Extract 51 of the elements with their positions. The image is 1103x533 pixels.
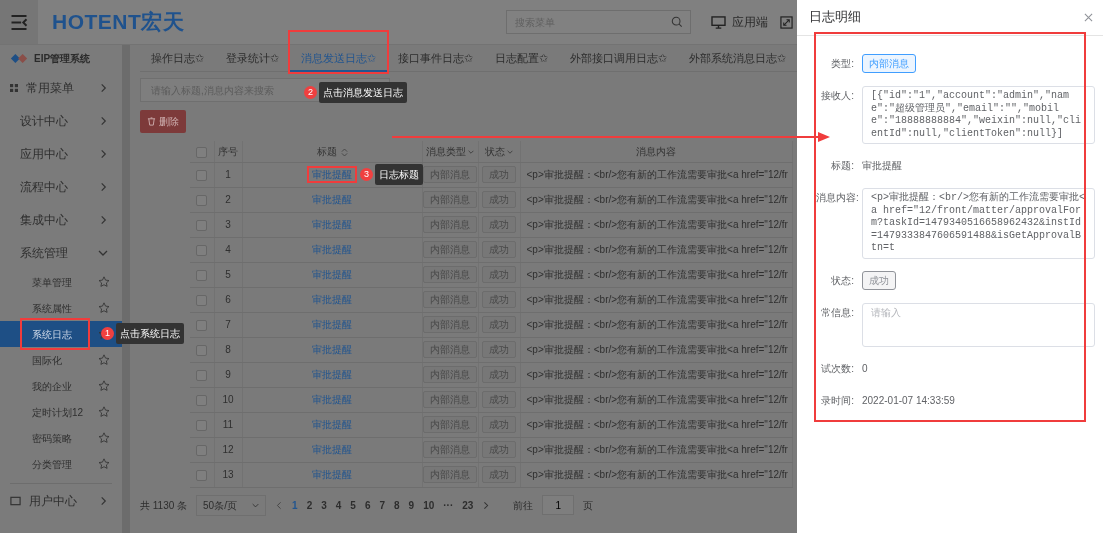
sidebar-title: EIP管理系统 bbox=[34, 51, 91, 66]
column-header: 状态 bbox=[478, 141, 520, 162]
table-cell: <p>审批提醒：<br/>您有新的工作流需要审批<a href="12/fr bbox=[520, 337, 792, 362]
table-cell: 4 bbox=[214, 237, 242, 262]
table-cell: 3 bbox=[214, 212, 242, 237]
goto-label: 前往 bbox=[513, 498, 534, 513]
table-cell: <p>审批提醒：<br/>您有新的工作流需要审批<a href="12/fr bbox=[520, 437, 792, 462]
field-label: 标题: bbox=[830, 159, 854, 173]
field-value: 审批提醒 bbox=[862, 159, 902, 173]
field-label: 常信息: bbox=[820, 305, 854, 320]
field-label: 状态: bbox=[830, 273, 854, 288]
table-cell: <p>审批提醒：<br/>您有新的工作流需要审批<a href="12/fr bbox=[520, 312, 792, 337]
column-header: 消息内容 bbox=[520, 141, 792, 162]
page-unit: 页 bbox=[583, 498, 594, 513]
total-count: 共 1130 条 bbox=[140, 498, 188, 513]
table-cell: 9 bbox=[214, 362, 242, 387]
column-header: 标题 bbox=[242, 141, 422, 162]
table-cell: 13 bbox=[214, 462, 242, 487]
table-cell: 1 bbox=[214, 162, 242, 187]
table-cell: <p>审批提醒：<br/>您有新的工作流需要审批<a href="12/fr bbox=[520, 287, 792, 312]
drawer-title: 日志明细 bbox=[809, 9, 861, 27]
field-label: 类型: bbox=[830, 57, 854, 71]
tag: 成功 bbox=[862, 270, 896, 290]
logo: HOTENT宏天 bbox=[52, 9, 185, 36]
table-cell: 10 bbox=[214, 387, 242, 412]
table-cell: <p>审批提醒：<br/>您有新的工作流需要审批<a href="12/fr bbox=[520, 362, 792, 387]
table-cell: 6 bbox=[214, 287, 242, 312]
table-cell: 5 bbox=[214, 262, 242, 287]
field-label: 试次数: bbox=[820, 361, 854, 376]
column-header: 序号 bbox=[214, 141, 242, 162]
table-cell: <p>审批提醒：<br/>您有新的工作流需要审批<a href="12/fr bbox=[520, 187, 792, 212]
table-cell: <p>审批提醒：<br/>您有新的工作流需要审批<a href="12/fr bbox=[520, 462, 792, 487]
table-cell: 2 bbox=[214, 187, 242, 212]
table-cell: 7 bbox=[214, 312, 242, 337]
tag: 内部消息 bbox=[862, 54, 916, 73]
table-cell: <p>审批提醒：<br/>您有新的工作流需要审批<a href="12/fr bbox=[520, 412, 792, 437]
callout-tooltip: 点击系统日志 bbox=[116, 323, 184, 344]
callout-tooltip: 日志标题 bbox=[375, 163, 423, 185]
table-cell: <p>审批提醒：<br/>您有新的工作流需要审批<a href="12/fr bbox=[520, 162, 792, 187]
callout-tooltip: 点击消息发送日志 bbox=[319, 82, 407, 103]
field-value: 2022-01-07 14:33:59 bbox=[862, 393, 955, 408]
table-cell: <p>审批提醒：<br/>您有新的工作流需要审批<a href="12/fr bbox=[520, 237, 792, 262]
table-cell: 8 bbox=[214, 337, 242, 362]
table-cell: <p>审批提醒：<br/>您有新的工作流需要审批<a href="12/fr bbox=[520, 262, 792, 287]
table-cell: <p>审批提醒：<br/>您有新的工作流需要审批<a href="12/fr bbox=[520, 212, 792, 237]
table-cell: 11 bbox=[214, 412, 242, 437]
field-label: 接收人: bbox=[820, 89, 854, 103]
table-cell: 12 bbox=[214, 437, 242, 462]
table-cell: <p>审批提醒：<br/>您有新的工作流需要审批<a href="12/fr bbox=[520, 387, 792, 412]
field-label: 录时间: bbox=[820, 393, 854, 408]
field-value: 0 bbox=[862, 361, 868, 376]
